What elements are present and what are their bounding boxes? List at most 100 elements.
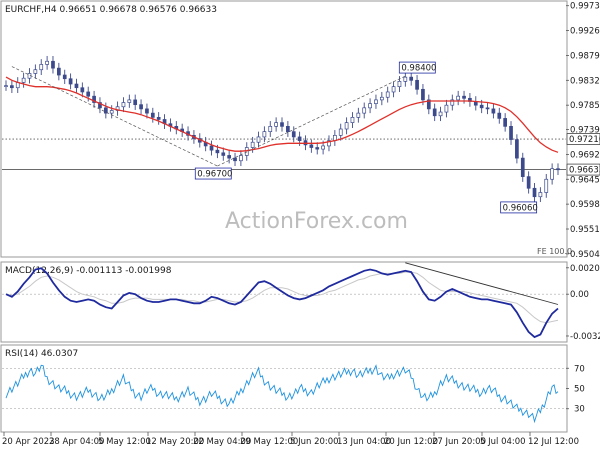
price-bar-body (45, 60, 49, 65)
price-bar-body (39, 64, 44, 71)
macd-y-label: 0.00 (570, 290, 589, 300)
price-bar-body (338, 128, 343, 136)
price-bar-body (462, 95, 466, 99)
price-bar-body (526, 176, 531, 189)
price-y-label: 0.97390 (570, 126, 600, 136)
price-bar-body (256, 136, 261, 143)
price-bar-body (268, 126, 273, 132)
price-bar-body (350, 117, 355, 123)
price-y-label: 0.98790 (570, 51, 600, 61)
x-label: 20 Jun 12:00 (384, 437, 438, 447)
price-bar-body (4, 85, 8, 87)
price-bar-body (286, 126, 290, 132)
annotation-0.98400: 0.98400 (401, 64, 436, 74)
price-bar-body (385, 91, 390, 98)
price-bar-body (274, 122, 278, 127)
price-bar-body (509, 126, 513, 140)
price-bar-body (291, 131, 296, 138)
price-bar-body (227, 155, 231, 159)
price-bar-body (121, 102, 126, 108)
price-bar-body (344, 122, 349, 130)
x-label: 5 Jun 20:00 (290, 437, 339, 447)
watermark: ActionForex.com (225, 209, 408, 234)
price-bar-body (520, 157, 525, 177)
annotation-0.96060: 0.96060 (503, 203, 538, 213)
price-bar-body (233, 157, 237, 162)
price-bar-body (421, 88, 425, 101)
x-label: 20 Apr 2023 (2, 437, 55, 447)
price-bar-body (432, 108, 437, 117)
price-bar-body (297, 136, 302, 141)
price-bar-body (150, 112, 155, 118)
price-bar-body (444, 104, 449, 113)
price-bar-body (368, 103, 372, 109)
rsi-y-label: 50 (574, 385, 585, 395)
price-bar-body (244, 147, 249, 156)
price-bar-body (362, 107, 367, 114)
macd-panel-title: MACD(12,26,9) -0.001113 -0.001998 (5, 266, 172, 276)
price-bar-body (127, 99, 132, 103)
price-bar-body (74, 83, 79, 89)
price-bar-body (391, 86, 396, 93)
price-bar-body (479, 104, 484, 109)
price-bar-body (497, 112, 502, 119)
price-bar-body (156, 117, 161, 120)
price-bar-body (33, 69, 38, 74)
price-bar-body (515, 139, 519, 159)
price-bar-body (538, 192, 543, 198)
price-y-label: 0.95510 (570, 225, 600, 235)
price-y-label: 0.99260 (570, 27, 600, 37)
price-bar-body (503, 118, 507, 127)
price-bar-body (262, 131, 267, 138)
price-bar-body (133, 99, 138, 106)
price-bar-body (485, 107, 490, 110)
x-label: 13 Jun 04:00 (337, 437, 391, 447)
price-bar-body (544, 178, 549, 193)
price-bar-body (315, 147, 320, 150)
rsi-y-label: 70 (574, 364, 585, 374)
price-bar-body (209, 145, 214, 151)
price-bar-body (68, 78, 73, 85)
price-bar-body (415, 79, 419, 90)
x-label: 5 Jul 04:00 (480, 437, 526, 447)
price-bar-body (397, 81, 402, 88)
price-bar-body (21, 77, 26, 83)
price-bar-body (438, 111, 443, 117)
rsi-panel-title: RSI(14) 46.0307 (5, 349, 78, 359)
price-y-label: 0.95980 (570, 200, 600, 210)
rsi-y-label: 30 (574, 405, 585, 415)
price-y-label: 0.98320 (570, 76, 600, 86)
price-bar-body (250, 141, 255, 148)
x-label: 12 Jul 12:00 (528, 437, 579, 447)
price-y-label: 0.97850 (570, 101, 600, 111)
price-bar-body (62, 74, 67, 80)
price-y-label: 0.95040 (570, 250, 600, 260)
price-bar-body (86, 91, 91, 97)
price-bar-body (57, 67, 61, 76)
price-bar-body (10, 85, 14, 89)
price-bar-body (109, 110, 114, 114)
level-tag-0.96633: 0.96633 (569, 166, 600, 176)
price-bar-body (215, 149, 220, 154)
x-label: 28 Apr 04:00 (49, 437, 104, 447)
x-label: 27 Jun 20:00 (432, 437, 486, 447)
price-bar-body (309, 144, 314, 148)
x-label: 5 May 12:00 (98, 437, 151, 447)
annotation-0.96700: 0.96700 (197, 170, 232, 180)
price-bar-body (374, 99, 378, 104)
price-bar-body (409, 76, 414, 81)
chart-canvas: EURCHF,H4 0.96651 0.96678 0.96576 0.9663… (0, 0, 600, 450)
macd-y-label: -0.003214 (570, 332, 600, 342)
price-bar-body (456, 95, 461, 101)
price-bar-body (532, 187, 537, 198)
price-bar-body (321, 145, 325, 150)
price-bar-body (145, 108, 149, 114)
macd-y-label: 0.002031 (570, 264, 600, 274)
price-bar-body (491, 108, 496, 114)
price-panel-title: EURCHF,H4 0.96651 0.96678 0.96576 0.9663… (5, 5, 217, 15)
price-bar-body (556, 168, 560, 171)
price-y-label: 0.99730 (570, 2, 600, 12)
price-bar-body (51, 60, 55, 69)
price-bar-body (403, 76, 408, 82)
price-y-label: 0.96920 (570, 150, 600, 160)
